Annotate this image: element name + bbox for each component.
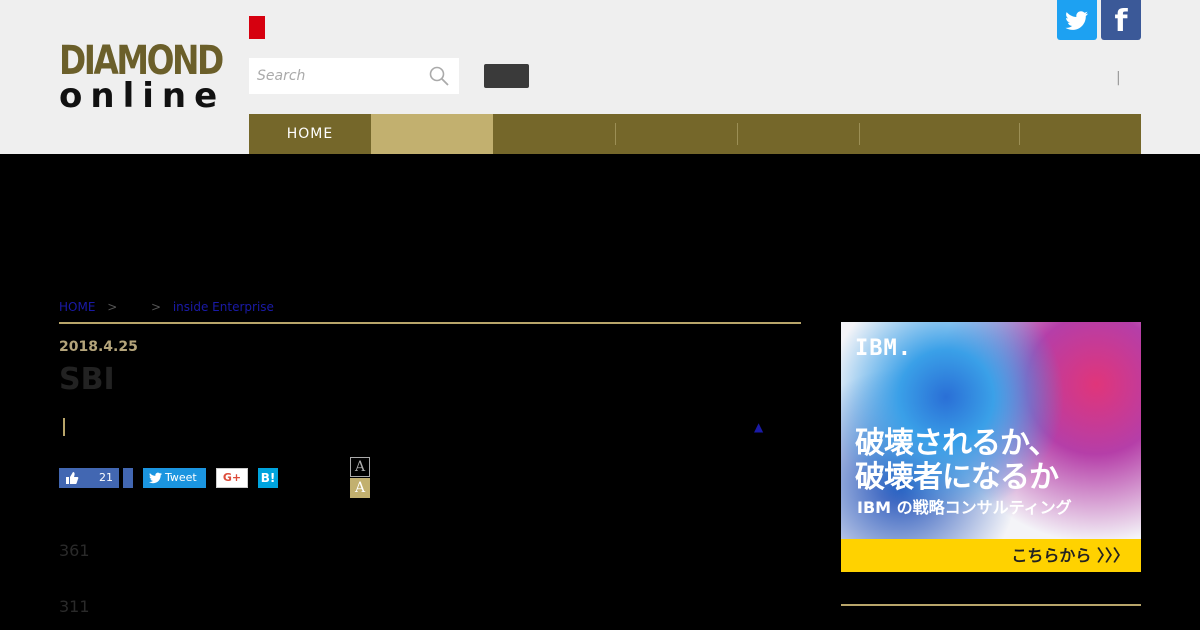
nav-item-3[interactable] — [493, 114, 615, 154]
nav-item-home[interactable]: HOME — [249, 114, 371, 154]
twitter-bird-icon — [149, 472, 162, 484]
ibm-logo: IBM. — [855, 336, 912, 361]
site-header: DIAMOND online | f HOME — [0, 0, 1200, 154]
logo-line-online: online — [59, 76, 226, 116]
logo-line-diamond: DIAMOND — [59, 38, 224, 84]
search-box — [249, 58, 459, 94]
ad-subtitle: IBM の戦略コンサルティング — [857, 498, 1072, 517]
like-count: 21 — [99, 471, 113, 484]
font-size-small-button[interactable]: A — [350, 457, 370, 477]
search-icon[interactable] — [429, 66, 449, 86]
nav-item-2[interactable] — [371, 114, 493, 154]
article-paragraph: 311 — [59, 597, 90, 616]
twitter-icon — [1065, 11, 1088, 30]
hatena-bookmark-button[interactable]: B! — [258, 468, 278, 488]
sidebar-rule — [841, 604, 1141, 606]
ad-cta-button[interactable]: こちらから 〉〉〉 — [841, 539, 1141, 572]
facebook-share-button[interactable] — [123, 468, 133, 488]
article-date: 2018.4.25 — [59, 339, 138, 355]
font-size-large-button[interactable]: A — [350, 478, 370, 498]
twitter-button[interactable] — [1057, 0, 1097, 40]
article-title: SBI — [59, 362, 115, 397]
author-bar — [63, 418, 65, 436]
tweet-button[interactable]: Tweet — [143, 468, 206, 488]
article-paragraph: 361 — [59, 541, 90, 560]
nav-item-5[interactable] — [737, 114, 859, 154]
nav-item-7[interactable] — [1019, 114, 1141, 154]
header-separator: | — [1116, 70, 1121, 86]
diamond-online-logo[interactable]: DIAMOND online — [59, 38, 226, 116]
tweet-label: Tweet — [165, 471, 197, 484]
ad-headline-line2: 破壊者になるか — [855, 460, 1059, 495]
article-top-rule — [59, 322, 801, 324]
search-input[interactable] — [257, 58, 427, 94]
ibm-ad-banner[interactable]: IBM. 破壊されるか、 破壊者になるか IBM の戦略コンサルティング こちら… — [841, 322, 1141, 572]
google-plus-button[interactable]: G+ — [216, 468, 248, 488]
breadcrumb-separator: > — [150, 300, 162, 314]
main-nav: HOME — [249, 114, 1141, 154]
breadcrumb: HOME > > inside Enterprise — [59, 300, 274, 314]
red-mark — [249, 16, 265, 39]
facebook-button[interactable]: f — [1101, 0, 1141, 40]
breadcrumb-separator: > — [107, 300, 118, 314]
facebook-like-button[interactable]: 21 — [59, 468, 119, 488]
breadcrumb-category[interactable]: inside Enterprise — [173, 300, 274, 314]
nav-item-6[interactable] — [859, 114, 1019, 154]
up-arrow-icon[interactable]: ▲ — [754, 420, 763, 434]
breadcrumb-home[interactable]: HOME — [59, 300, 95, 314]
header-button[interactable] — [484, 64, 529, 88]
facebook-icon: f — [1114, 4, 1128, 39]
thumbs-up-icon — [66, 472, 79, 484]
nav-item-4[interactable] — [615, 114, 737, 154]
